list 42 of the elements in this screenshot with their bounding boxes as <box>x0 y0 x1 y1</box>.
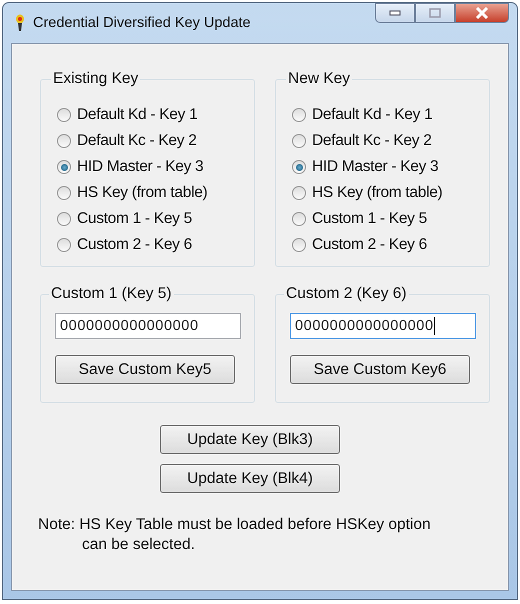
key-input-field[interactable]: 0000000000000000 <box>55 313 241 339</box>
radio-button[interactable] <box>292 160 306 174</box>
radio-option[interactable]: HS Key (from table) <box>292 180 479 206</box>
group-title: Custom 1 (Key 5) <box>50 285 173 303</box>
radio-option[interactable]: HS Key (from table) <box>57 180 244 206</box>
update-key-button[interactable]: Update Key (Blk4) <box>160 464 340 493</box>
radio-button[interactable] <box>57 238 71 252</box>
note-text: Note: HS Key Table must be loaded before HSKey option can be selected. <box>38 515 432 555</box>
group-title: Existing Key <box>52 70 140 88</box>
radio-button[interactable] <box>292 186 306 200</box>
close-button[interactable] <box>455 3 509 23</box>
window-title: Credential Diversified Key Update <box>33 15 251 31</box>
radio-button[interactable] <box>292 212 306 226</box>
radio-option[interactable]: Default Kc - Key 2 <box>292 128 479 154</box>
group-title: New Key <box>287 70 352 88</box>
radio-option[interactable]: Custom 1 - Key 5 <box>292 206 479 232</box>
radio-option[interactable]: Custom 1 - Key 5 <box>57 206 244 232</box>
group-title: Custom 2 (Key 6) <box>285 285 408 303</box>
radio-button[interactable] <box>57 108 71 122</box>
save-button[interactable]: Save Custom Key6 <box>290 355 470 384</box>
radio-option[interactable]: Custom 2 - Key 6 <box>57 232 244 258</box>
radio-option[interactable]: HID Master - Key 3 <box>57 154 244 180</box>
maximize-icon <box>429 8 441 18</box>
radio-button[interactable] <box>57 212 71 226</box>
key-input-field[interactable]: 0000000000000000 <box>290 313 476 339</box>
radio-option[interactable]: Default Kd - Key 1 <box>57 102 244 128</box>
radio-option[interactable]: HID Master - Key 3 <box>292 154 479 180</box>
radio-button[interactable] <box>292 108 306 122</box>
save-button[interactable]: Save Custom Key5 <box>55 355 235 384</box>
minimize-button[interactable] <box>375 3 415 23</box>
radio-button[interactable] <box>292 238 306 252</box>
radio-option[interactable]: Default Kc - Key 2 <box>57 128 244 154</box>
minimize-icon <box>389 10 401 16</box>
update-key-button[interactable]: Update Key (Blk3) <box>160 425 340 454</box>
radio-button[interactable] <box>292 134 306 148</box>
radio-button[interactable] <box>57 186 71 200</box>
radio-button[interactable] <box>57 160 71 174</box>
close-icon <box>475 7 489 19</box>
radio-button[interactable] <box>57 134 71 148</box>
torch-icon <box>15 14 25 32</box>
radio-option[interactable]: Default Kd - Key 1 <box>292 102 479 128</box>
radio-option[interactable]: Custom 2 - Key 6 <box>292 232 479 258</box>
